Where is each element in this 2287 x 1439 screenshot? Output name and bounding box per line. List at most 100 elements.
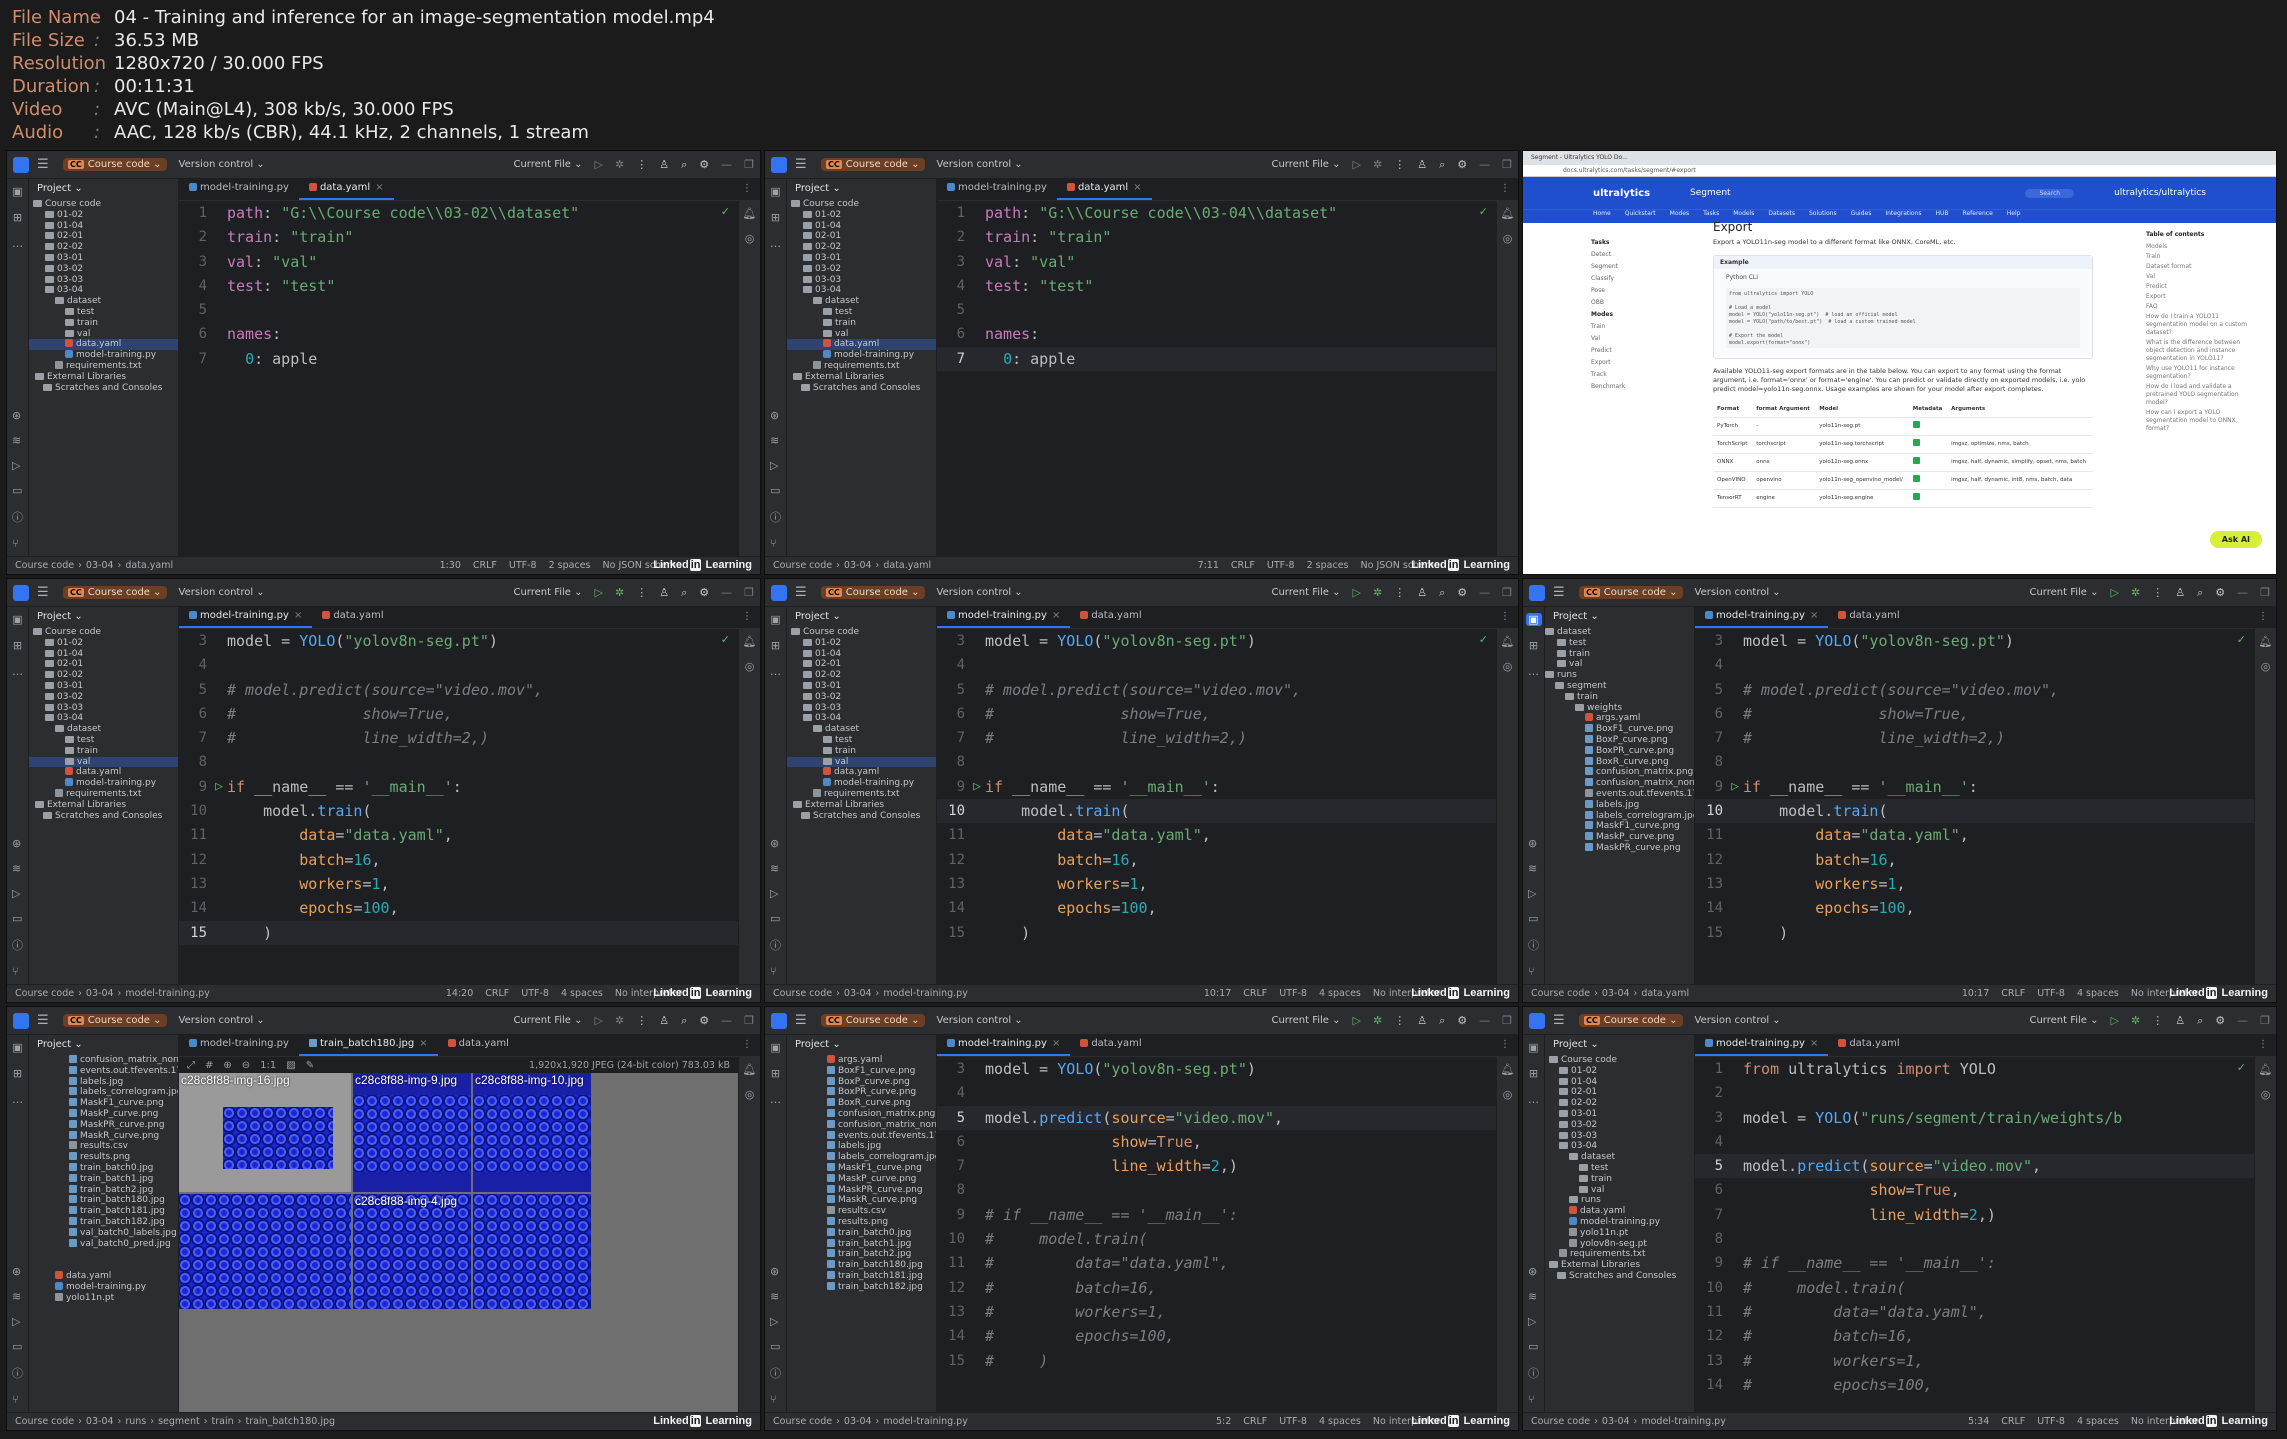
status-indent[interactable]: 4 spaces <box>1319 1416 1361 1427</box>
breadcrumb-item[interactable]: runs <box>125 1416 146 1427</box>
actual-size-button[interactable]: 1:1 <box>260 1060 276 1071</box>
toc-link[interactable]: How do I train a YOLO11 segmentation mod… <box>2146 313 2256 337</box>
tree-item[interactable]: MaskP_curve.png <box>29 1109 178 1120</box>
tree-item[interactable]: 02-01 <box>29 659 178 670</box>
tree-item[interactable]: 01-02 <box>1545 1066 1694 1077</box>
editor-tab[interactable]: model-training.py <box>179 178 299 200</box>
tree-item[interactable]: events.out.tfevents.1742 <box>29 1066 178 1077</box>
nav-link[interactable]: Train <box>1591 321 1651 333</box>
account-icon[interactable]: ♙ <box>2175 1014 2185 1027</box>
status-pos[interactable]: 5:34 <box>1968 1416 1989 1427</box>
code-editor[interactable]: 1 path: "G:\\Course code\\03-04\\dataset"… <box>937 201 1496 556</box>
status-eol[interactable]: CRLF <box>473 560 497 571</box>
tree-item[interactable]: train_batch180.jpg <box>29 1195 178 1206</box>
tree-item[interactable]: 03-02 <box>29 692 178 703</box>
layers-icon[interactable]: ≋ <box>770 1290 781 1303</box>
editor-tab[interactable]: model-training.py <box>179 1034 299 1056</box>
debug-icon[interactable]: ✲ <box>2131 1014 2140 1027</box>
account-icon[interactable]: ♙ <box>2175 586 2185 599</box>
tab-options-icon[interactable]: ⋮ <box>742 606 760 628</box>
terminal-icon[interactable]: ▭ <box>1528 912 1539 925</box>
search-icon[interactable]: ⌕ <box>1439 1014 1445 1028</box>
gear-icon[interactable]: ⚙ <box>699 1014 709 1027</box>
table-cell[interactable]: ONNX <box>1713 453 1753 472</box>
minimize-icon[interactable]: — <box>721 158 732 171</box>
project-panel-title[interactable]: Project ⌄ <box>787 1035 936 1055</box>
git-icon[interactable]: ⑂ <box>12 1393 23 1406</box>
debug-icon[interactable]: ✲ <box>615 1014 624 1027</box>
account-icon[interactable]: ♙ <box>1417 1014 1427 1027</box>
tree-item[interactable]: 01-04 <box>29 649 178 660</box>
breadcrumb-item[interactable]: 03-04 <box>86 988 114 999</box>
tree-item[interactable]: labels.jpg <box>787 1141 936 1152</box>
table-cell[interactable]: PyTorch <box>1713 417 1753 436</box>
docs-nav-item[interactable]: HUB <box>1936 210 1949 223</box>
tree-item[interactable]: Scratches and Consoles <box>29 811 178 822</box>
project-tool-icon[interactable]: ▣ <box>770 613 780 626</box>
tree-item[interactable]: data.yaml <box>29 1271 178 1282</box>
tree-item[interactable]: model-training.py <box>29 350 178 361</box>
tree-root[interactable]: Course code <box>29 627 178 638</box>
toc-link[interactable]: How do I load and validate a pretrained … <box>2146 383 2256 407</box>
tree-item[interactable]: test <box>787 307 936 318</box>
more-tools-icon[interactable]: … <box>12 665 23 678</box>
structure-tool-icon[interactable]: ⊞ <box>771 1067 780 1080</box>
more-icon[interactable]: ⋮ <box>636 1014 647 1027</box>
example-tabs[interactable]: Python CLI <box>1714 269 2092 286</box>
python-packages-icon[interactable]: ⊛ <box>770 837 781 850</box>
code-editor[interactable]: 1 path: "G:\\Course code\\03-02\\dataset"… <box>179 201 738 556</box>
tree-item[interactable]: 01-04 <box>787 221 936 232</box>
problems-icon[interactable]: ⓘ <box>12 1365 23 1381</box>
ai-assistant-icon[interactable]: ◎ <box>1503 232 1513 245</box>
run-config-selector[interactable]: Current File ⌄ <box>513 587 582 598</box>
breadcrumb-item[interactable]: model-training.py <box>125 988 209 999</box>
problems-icon[interactable]: ⓘ <box>770 509 781 525</box>
project-switcher[interactable]: CC Course code ⌄ <box>1579 1014 1683 1027</box>
tree-item[interactable]: data.yaml <box>787 767 936 778</box>
git-icon[interactable]: ⑂ <box>1528 1393 1539 1406</box>
nav-link[interactable]: Val <box>1591 333 1651 345</box>
tab-options-icon[interactable]: ⋮ <box>1500 1034 1518 1056</box>
status-enc[interactable]: UTF-8 <box>1279 988 1307 999</box>
close-tab-icon[interactable]: × <box>1133 182 1141 193</box>
terminal-icon[interactable]: ▭ <box>770 912 781 925</box>
tree-item[interactable]: val <box>787 329 936 340</box>
problems-icon[interactable]: ⓘ <box>12 937 23 953</box>
tree-item[interactable]: runs <box>1545 1195 1694 1206</box>
structure-tool-icon[interactable]: ⊞ <box>1529 1067 1538 1080</box>
tree-item[interactable]: External Libraries <box>787 800 936 811</box>
tree-item[interactable]: train_batch1.jpg <box>787 1239 936 1250</box>
tree-item[interactable]: results.csv <box>29 1141 178 1152</box>
tree-item[interactable]: yolo11n.pt <box>1545 1228 1694 1239</box>
address-bar[interactable]: docs.ultralytics.com/tasks/segment/#expo… <box>1523 165 2276 177</box>
tab-options-icon[interactable]: ⋮ <box>1500 178 1518 200</box>
account-icon[interactable]: ♙ <box>1417 586 1427 599</box>
tree-item[interactable]: val <box>1545 1185 1694 1196</box>
tree-item[interactable]: data.yaml <box>1545 1206 1694 1217</box>
tree-root[interactable]: Course code <box>29 199 178 210</box>
tree-item[interactable]: BoxPR_curve.png <box>1545 746 1694 757</box>
notifications-icon[interactable]: 🔔︎ <box>743 1063 757 1076</box>
tree-item[interactable]: MaskR_curve.png <box>787 1195 936 1206</box>
tree-root[interactable]: Course code <box>787 627 936 638</box>
structure-tool-icon[interactable]: ⊞ <box>13 639 22 652</box>
tree-item[interactable]: requirements.txt <box>29 361 178 372</box>
toc-link[interactable]: Train <box>2146 253 2256 261</box>
project-panel-title[interactable]: Project ⌄ <box>1545 607 1694 627</box>
project-panel-title[interactable]: Project ⌄ <box>1545 1035 1694 1055</box>
tree-item[interactable]: dataset <box>1545 627 1694 638</box>
tree-item[interactable]: MaskF1_curve.png <box>787 1163 936 1174</box>
tree-item[interactable]: train <box>1545 649 1694 660</box>
editor-tab[interactable]: model-training.py × <box>1695 606 1829 628</box>
tree-item[interactable]: model-training.py <box>29 1282 178 1293</box>
tree-item[interactable]: MaskF1_curve.png <box>1545 821 1694 832</box>
tree-item[interactable]: Scratches and Consoles <box>1545 1271 1694 1282</box>
status-indent[interactable]: 4 spaces <box>561 988 603 999</box>
tree-item[interactable]: train_batch181.jpg <box>29 1206 178 1217</box>
breadcrumb-item[interactable]: segment <box>158 1416 200 1427</box>
ai-assistant-icon[interactable]: ◎ <box>2261 660 2271 673</box>
status-indent[interactable]: 4 spaces <box>2077 988 2119 999</box>
tree-item[interactable]: train_batch2.jpg <box>29 1185 178 1196</box>
maximize-icon[interactable]: ❐ <box>1502 1014 1512 1027</box>
editor-tab[interactable]: model-training.py × <box>937 606 1071 628</box>
